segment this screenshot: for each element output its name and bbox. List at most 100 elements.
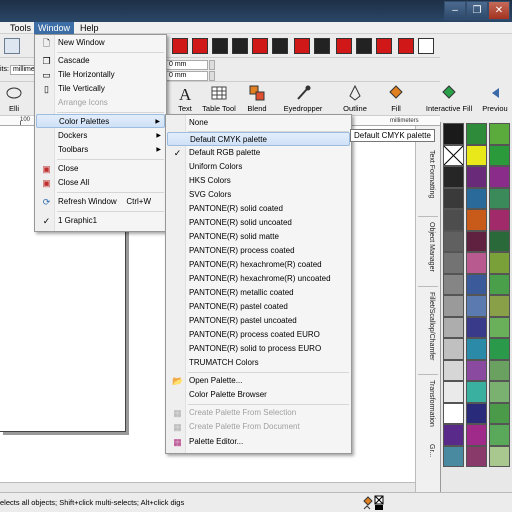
toolbars-item[interactable]: Toolbars ▶ — [36, 143, 165, 157]
palette-pantone-item[interactable]: PANTONE(R) metallic coated — [167, 286, 350, 300]
palette-hks-colors-item[interactable]: HKS Colors — [167, 174, 350, 188]
palette-pantone-item[interactable]: PANTONE(R) solid uncoated — [167, 216, 350, 230]
palette-trumatch-item[interactable]: TRUMATCH Colors — [167, 356, 350, 370]
color-swatch[interactable] — [466, 273, 487, 295]
color-swatch[interactable] — [443, 338, 464, 360]
new-window-item[interactable]: 🗋 New Window — [36, 36, 165, 50]
menu-window[interactable]: Window — [34, 22, 75, 34]
color-swatch[interactable] — [489, 252, 510, 274]
color-swatch[interactable] — [489, 338, 510, 360]
color-swatch[interactable] — [443, 123, 464, 145]
color-swatch[interactable] — [443, 424, 464, 446]
color-swatch[interactable] — [489, 273, 510, 295]
color-swatch[interactable] — [466, 252, 487, 274]
docker-tab-text-formatting[interactable]: Text Formatting — [421, 150, 435, 198]
color-swatch[interactable] — [466, 209, 487, 231]
color-tool-icon[interactable] — [314, 38, 330, 54]
cascade-item[interactable]: ❐ Cascade — [36, 54, 165, 68]
color-swatch[interactable] — [489, 445, 510, 467]
color-tool-icon[interactable] — [252, 38, 268, 54]
palette-pantone-item[interactable]: PANTONE(R) process coated — [167, 244, 350, 258]
color-swatch[interactable] — [489, 402, 510, 424]
color-swatch[interactable] — [489, 295, 510, 317]
color-tool-icon[interactable] — [272, 38, 288, 54]
color-swatch[interactable] — [466, 166, 487, 188]
color-swatch[interactable] — [443, 166, 464, 188]
nudge-x-field[interactable]: 0 mm — [166, 60, 208, 70]
ellipse-tool-button[interactable]: Elli — [0, 84, 32, 113]
color-tool-icon[interactable] — [232, 38, 248, 54]
color-swatch[interactable] — [489, 187, 510, 209]
table-tool-button[interactable]: Table Tool — [198, 84, 240, 113]
palette-editor-item[interactable]: ▦ Palette Editor... — [167, 435, 350, 449]
color-swatch[interactable] — [443, 209, 464, 231]
text-tool-button[interactable]: A Text — [170, 84, 200, 113]
color-swatch[interactable] — [489, 359, 510, 381]
color-swatch[interactable] — [489, 144, 510, 166]
color-swatch[interactable] — [466, 316, 487, 338]
app-icon[interactable] — [4, 38, 20, 54]
palette-pantone-item[interactable]: PANTONE(R) pastel coated — [167, 300, 350, 314]
menu-tools[interactable]: Tools — [6, 22, 35, 34]
eyedropper-tool-button[interactable]: Eyedropper — [280, 84, 326, 113]
palette-default-rgb-item[interactable]: ✓ Default RGB palette — [167, 146, 350, 160]
palette-pantone-item[interactable]: PANTONE(R) solid coated — [167, 202, 350, 216]
color-swatch[interactable] — [466, 187, 487, 209]
color-swatch[interactable] — [466, 445, 487, 467]
color-swatch[interactable] — [489, 424, 510, 446]
color-tool-icon[interactable] — [192, 38, 208, 54]
color-swatch[interactable] — [466, 424, 487, 446]
color-swatch[interactable] — [443, 252, 464, 274]
horizontal-scrollbar[interactable] — [0, 482, 415, 492]
tile-vertically-item[interactable]: ▯ Tile Vertically — [36, 82, 165, 96]
color-tool-icon[interactable] — [212, 38, 228, 54]
palette-svg-colors-item[interactable]: SVG Colors — [167, 188, 350, 202]
color-swatch[interactable] — [443, 359, 464, 381]
interactive-fill-button[interactable]: Interactive Fill — [424, 84, 474, 113]
docker-tab-fillet[interactable]: Fillet/Scallop/Chamfer — [421, 292, 435, 360]
tile-horizontally-item[interactable]: ▭ Tile Horizontally — [36, 68, 165, 82]
color-tool-icon[interactable] — [336, 38, 352, 54]
docker-tab-object-manager[interactable]: Object Manager — [421, 222, 435, 272]
color-tool-icon[interactable] — [356, 38, 372, 54]
palette-pantone-item[interactable]: PANTONE(R) solid to process EURO — [167, 342, 350, 356]
color-swatch[interactable] — [466, 230, 487, 252]
palette-pantone-item[interactable]: PANTONE(R) hexachrome(R) coated — [167, 258, 350, 272]
color-swatch[interactable] — [466, 123, 487, 145]
docker-tab-more[interactable]: Gr... — [421, 444, 435, 457]
color-swatch[interactable] — [443, 445, 464, 467]
color-swatch[interactable] — [443, 316, 464, 338]
color-swatch[interactable] — [466, 144, 487, 166]
nudge-y-spinner[interactable] — [209, 71, 215, 81]
color-tool-icon[interactable] — [294, 38, 310, 54]
color-swatch[interactable] — [489, 230, 510, 252]
color-tool-icon[interactable] — [398, 38, 414, 54]
docker-tab-transformation[interactable]: Transformation — [421, 380, 435, 427]
color-swatch[interactable] — [466, 381, 487, 403]
pattern-icon[interactable] — [418, 38, 434, 54]
color-swatch[interactable] — [489, 316, 510, 338]
palette-none-item[interactable]: None — [167, 116, 350, 130]
color-swatch[interactable] — [466, 402, 487, 424]
refresh-window-item[interactable]: ⟳ Refresh Window Ctrl+W — [36, 195, 165, 209]
fill-tool-button[interactable]: Fill — [384, 84, 408, 113]
palette-default-cmyk-item[interactable]: Default CMYK palette — [167, 132, 350, 146]
palette-pantone-item[interactable]: PANTONE(R) process coated EURO — [167, 328, 350, 342]
document-graphic1-item[interactable]: ✓ 1 Graphic1 — [36, 214, 165, 228]
color-swatch[interactable] — [489, 166, 510, 188]
nudge-y-field[interactable]: 0 mm — [166, 71, 208, 81]
color-palettes-item[interactable]: Color Palettes ▶ — [36, 114, 165, 128]
color-swatch[interactable] — [489, 381, 510, 403]
color-swatch[interactable] — [443, 144, 464, 166]
color-tool-icon[interactable] — [172, 38, 188, 54]
color-swatch[interactable] — [443, 402, 464, 424]
color-swatch[interactable] — [443, 187, 464, 209]
nudge-x-spinner[interactable] — [209, 60, 215, 70]
palette-pantone-item[interactable]: PANTONE(R) solid matte — [167, 230, 350, 244]
outline-tool-button[interactable]: Outline — [338, 84, 372, 113]
palette-pantone-item[interactable]: PANTONE(R) pastel uncoated — [167, 314, 350, 328]
color-swatch[interactable] — [443, 295, 464, 317]
restore-button[interactable]: ❐ — [466, 1, 488, 20]
palette-pantone-item[interactable]: PANTONE(R) hexachrome(R) uncoated — [167, 272, 350, 286]
palette-browser-item[interactable]: Color Palette Browser — [167, 388, 350, 402]
